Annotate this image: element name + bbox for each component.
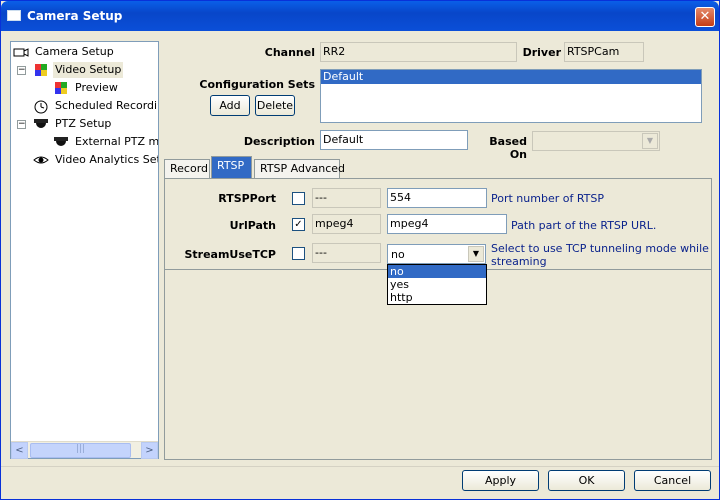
based-on-select[interactable]: ▼ [532, 131, 660, 151]
rtspport-help: Port number of RTSP [491, 192, 605, 205]
based-on-label: Based On [489, 135, 527, 161]
rtspport-label: RTSPPort [218, 192, 276, 205]
channel-label: Channel [264, 46, 315, 59]
urlpath-default: mpeg4 [312, 214, 381, 234]
video-setup-icon [33, 64, 49, 76]
scroll-right-button[interactable]: > [141, 442, 158, 459]
preview-icon [53, 82, 69, 94]
tree-item-external-ptz[interactable]: External PTZ mod [53, 134, 158, 150]
close-button[interactable]: ✕ [695, 7, 715, 27]
streamusetcp-help: Select to use TCP tunneling mode while [491, 242, 709, 255]
eye-icon [33, 154, 49, 166]
title-bar: Camera Setup ✕ [1, 1, 719, 31]
tree-item-preview[interactable]: Preview [53, 80, 158, 96]
tree-expander[interactable]: − [17, 66, 26, 75]
tree-label: External PTZ mod [75, 135, 158, 148]
description-input[interactable]: Default [320, 130, 468, 150]
add-button[interactable]: Add [210, 95, 250, 116]
rtspport-default: --- [312, 188, 381, 208]
scroll-thumb[interactable]: ||| [30, 443, 131, 458]
config-sets-label: Configuration Sets [199, 78, 315, 91]
rtspport-checkbox[interactable] [292, 192, 305, 205]
setup-tree: Camera Setup − Video Setup Preview Sched… [10, 41, 159, 459]
tree-label: Video Analytics Setup [55, 153, 158, 166]
tree-label: Camera Setup [35, 45, 114, 58]
urlpath-checkbox[interactable]: ✓ [292, 218, 305, 231]
window-icon [7, 10, 21, 21]
urlpath-input[interactable]: mpeg4 [387, 214, 507, 234]
tab-record[interactable]: Record [164, 159, 210, 179]
rtspport-input[interactable]: 554 [387, 188, 487, 208]
urlpath-help: Path part of the RTSP URL. [511, 219, 657, 232]
streamusetcp-value: no [391, 248, 405, 261]
tree-item-scheduled-recording[interactable]: Scheduled Recording S [33, 98, 158, 114]
dropdown-option-yes[interactable]: yes [388, 278, 486, 291]
streamusetcp-help-cont: streaming [491, 255, 547, 268]
dropdown-option-no[interactable]: no [388, 265, 486, 278]
tree-label: PTZ Setup [55, 117, 112, 130]
ptz-dome-icon [53, 136, 69, 148]
ok-button[interactable]: OK [548, 470, 625, 491]
list-item[interactable]: Default [321, 70, 701, 84]
urlpath-label: UrlPath [229, 219, 276, 232]
streamusetcp-dropdown[interactable]: no yes http [387, 264, 487, 305]
streamusetcp-checkbox[interactable] [292, 247, 305, 260]
streamusetcp-default: --- [312, 243, 381, 263]
tree-item-ptz-setup[interactable]: PTZ Setup [33, 116, 158, 132]
tab-rtsp-advanced[interactable]: RTSP Advanced [254, 159, 345, 179]
tree-item-camera-setup[interactable]: Camera Setup [13, 44, 158, 60]
tree-label: Preview [75, 81, 118, 94]
config-sets-list[interactable]: Default [320, 69, 702, 123]
delete-button[interactable]: Delete [255, 95, 295, 116]
streamusetcp-select[interactable]: no ▼ [387, 244, 486, 264]
chevron-down-icon: ▼ [642, 133, 658, 149]
tab-rtsp[interactable]: RTSP [211, 156, 252, 179]
scroll-left-button[interactable]: < [11, 442, 28, 459]
channel-field: RR2 [320, 42, 517, 62]
window-title: Camera Setup [27, 9, 123, 23]
driver-field: RTSPCam [564, 42, 644, 62]
ptz-dome-icon [33, 118, 49, 130]
cancel-button[interactable]: Cancel [634, 470, 711, 491]
tree-expander[interactable]: − [17, 120, 26, 129]
tree-horizontal-scrollbar[interactable]: < ||| > [11, 441, 158, 459]
description-label: Description [243, 135, 315, 148]
camera-setup-window: Camera Setup ✕ Camera Setup − Video Setu… [0, 0, 720, 500]
camera-icon [13, 46, 29, 58]
streamusetcp-label: StreamUseTCP [184, 248, 276, 261]
dropdown-option-http[interactable]: http [388, 291, 486, 304]
tree-item-video-setup[interactable]: Video Setup [33, 62, 158, 78]
chevron-down-icon[interactable]: ▼ [468, 246, 484, 262]
tree-label: Scheduled Recording S [55, 99, 158, 112]
apply-button[interactable]: Apply [462, 470, 539, 491]
driver-label: Driver [522, 46, 561, 59]
clock-icon [33, 100, 49, 114]
tree-item-video-analytics[interactable]: Video Analytics Setup [33, 152, 158, 168]
footer-divider [1, 466, 719, 467]
tree-label: Video Setup [53, 62, 124, 78]
